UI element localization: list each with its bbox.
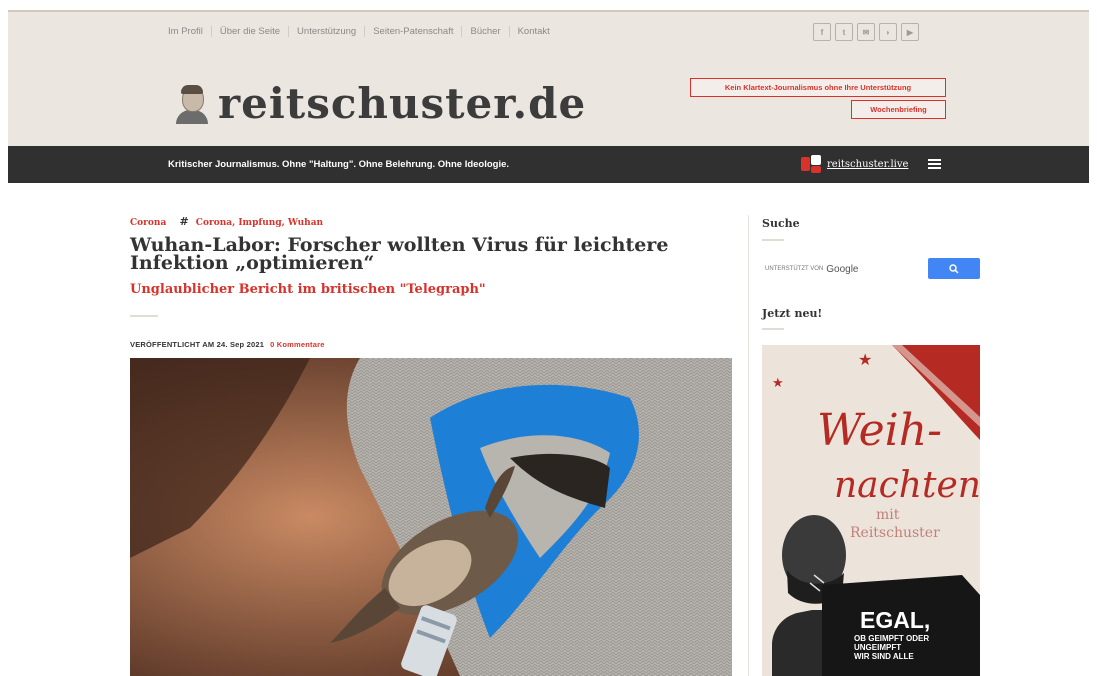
site-logo[interactable]: reitschuster.de <box>174 79 586 128</box>
ad-text-mit: mit <box>876 507 900 523</box>
nav-link-profil[interactable]: Im Profil <box>168 26 203 37</box>
briefing-button[interactable]: Wochenbriefing <box>851 100 946 119</box>
page: Im Profil Über die Seite Unterstützung S… <box>8 10 1089 676</box>
comments-link[interactable]: 0 Kommentare <box>270 340 325 349</box>
tagline-bar: Kritischer Journalismus. Ohne "Haltung".… <box>8 146 1089 183</box>
bat-photo <box>130 358 732 676</box>
category-link[interactable]: Corona <box>130 218 166 228</box>
support-button[interactable]: Kein Klartext-Journalismus ohne Ihre Unt… <box>690 78 946 97</box>
ad-shirt-line: WIR SIND ALLE <box>854 652 914 661</box>
ad-shirt-text: OB GEIMPFT ODER UNGEIMPFT WIR SIND ALLE <box>854 634 929 661</box>
divider <box>130 315 158 317</box>
article-headline: Wuhan-Labor: Forscher wollten Virus für … <box>130 234 669 274</box>
search-heading: Suche <box>762 217 800 230</box>
divider <box>762 328 784 330</box>
article-subheadline: Unglaublicher Bericht im britischen "Tel… <box>130 282 486 297</box>
top-navigation: Im Profil Über die Seite Unterstützung S… <box>8 10 1089 53</box>
divider <box>762 239 784 241</box>
tag-links[interactable]: Corona, Impfung, Wuhan <box>196 218 323 228</box>
facebook-icon[interactable]: f <box>813 23 831 41</box>
menu-icon[interactable] <box>928 159 941 169</box>
ad-text-nachten: nachten <box>834 465 980 506</box>
live-logo-icon <box>801 155 821 173</box>
tagline: Kritischer Journalismus. Ohne "Haltung".… <box>168 159 510 170</box>
site-header: reitschuster.de Kein Klartext-Journalism… <box>8 51 1089 146</box>
nav-link-unterstuetzung[interactable]: Unterstützung <box>297 26 356 37</box>
published-date: VERÖFFENTLICHT AM 24. Sep 2021 <box>130 340 265 349</box>
nav-link-ueber[interactable]: Über die Seite <box>220 26 280 37</box>
svg-text:★: ★ <box>858 352 872 369</box>
hash-icon: # <box>179 215 189 228</box>
article-meta: VERÖFFENTLICHT AM 24. Sep 2021 0 Kommenta… <box>130 340 325 349</box>
article-categories: Corona # Corona, Impfung, Wuhan <box>130 215 323 228</box>
search-icon <box>949 263 959 274</box>
mail-icon[interactable]: ✉ <box>857 23 875 41</box>
live-link[interactable]: reitschuster.live <box>801 155 908 173</box>
nav-link-patenschaft[interactable]: Seiten-Patenschaft <box>373 26 453 37</box>
twitter-icon[interactable]: t <box>835 23 853 41</box>
search-button[interactable] <box>928 258 980 279</box>
live-link-label: reitschuster.live <box>827 158 909 170</box>
top-nav-links: Im Profil Über die Seite Unterstützung S… <box>168 26 550 37</box>
ad-text-weih: Weih- <box>817 405 942 456</box>
ad-shirt-headline: EGAL, <box>860 607 931 633</box>
article-image <box>130 358 732 676</box>
powered-by-label: UNTERSTÜTZT VON <box>765 266 824 272</box>
avatar <box>174 84 210 124</box>
ad-shirt-line: OB GEIMPFT ODER <box>854 634 930 643</box>
svg-text:★: ★ <box>772 375 784 390</box>
site-title: reitschuster.de <box>218 79 587 128</box>
new-heading: Jetzt neu! <box>762 307 823 320</box>
sidebar-divider <box>748 215 749 676</box>
nav-link-buecher[interactable]: Bücher <box>470 26 500 37</box>
social-links: f t ✉ ◗ ▶ <box>813 23 919 41</box>
google-label: Google <box>826 263 859 275</box>
search-box[interactable]: UNTERSTÜTZT VON Google <box>762 257 982 281</box>
rss-icon[interactable]: ◗ <box>879 23 897 41</box>
christmas-ad[interactable]: ★ ★ ★ Weih- nachten mit Reitschuster EGA… <box>762 345 980 676</box>
ad-shirt-line: UNGEIMPFT <box>854 643 902 652</box>
ad-text-reitschuster: Reitschuster <box>850 525 940 541</box>
nav-link-kontakt[interactable]: Kontakt <box>518 26 550 37</box>
youtube-icon[interactable]: ▶ <box>901 23 919 41</box>
